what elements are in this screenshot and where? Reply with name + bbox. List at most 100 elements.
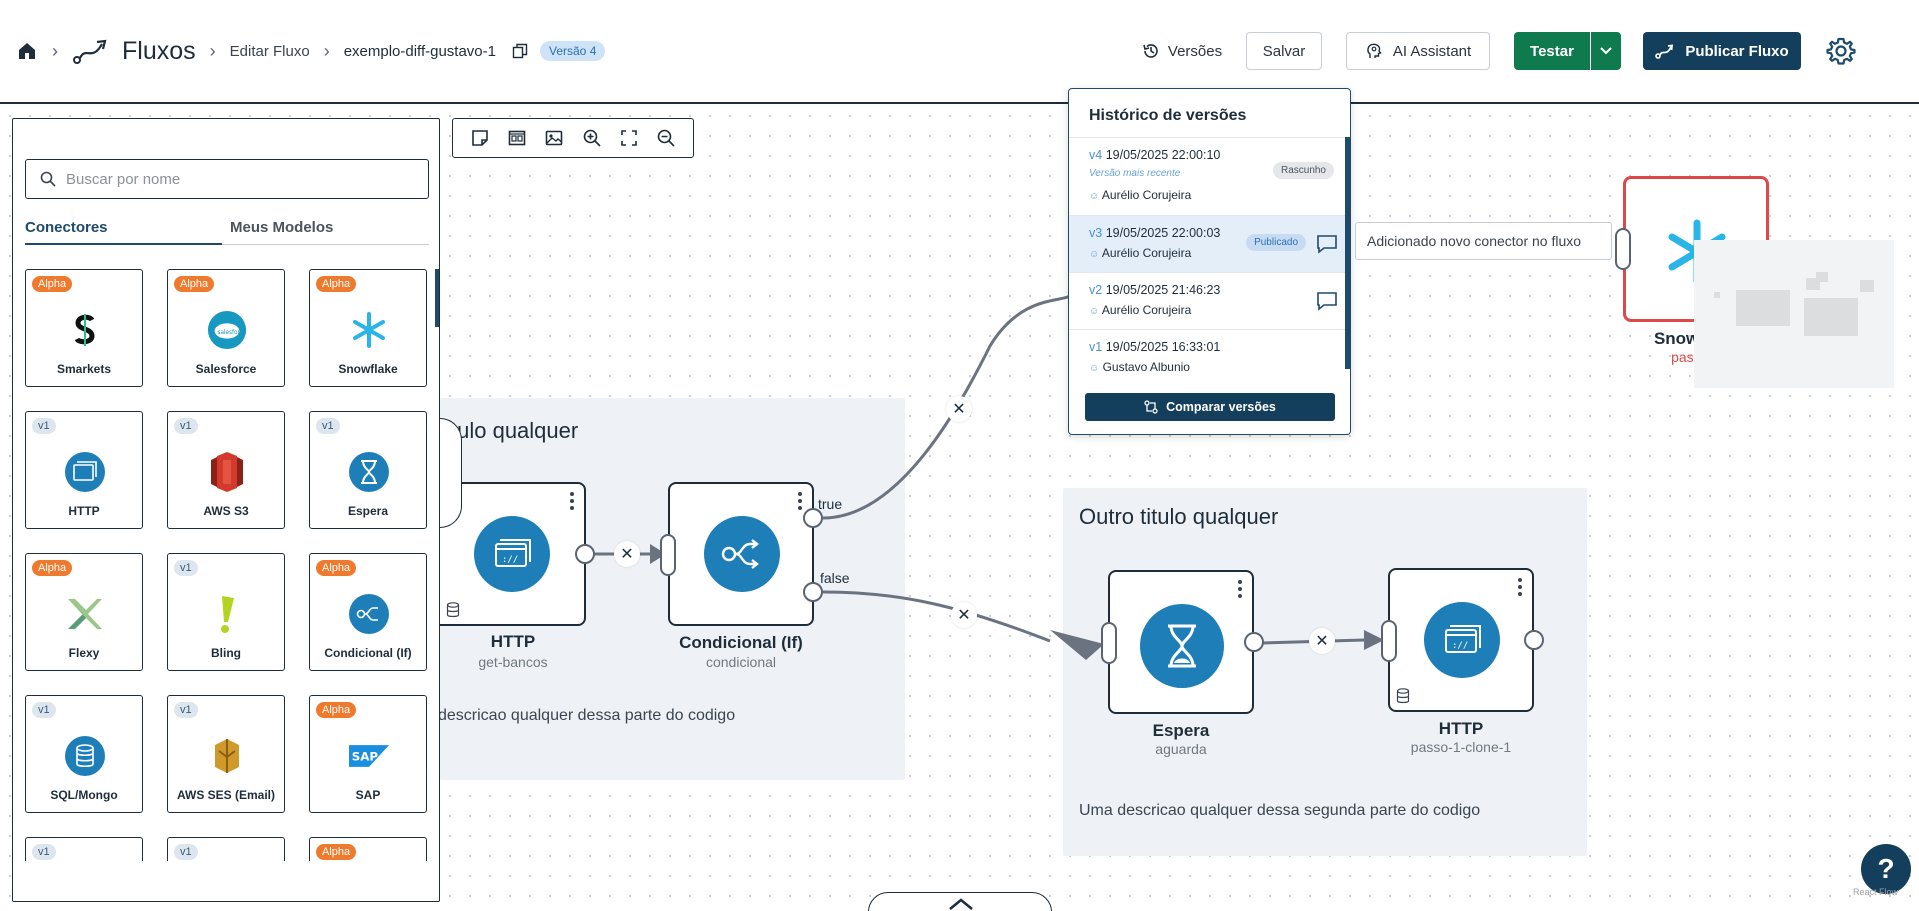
fit-view-icon[interactable] [616,125,642,151]
zoom-out-icon[interactable] [653,125,679,151]
version-author: ☺ Aurélio Corujeira [1089,188,1192,202]
version-history-popup: Histórico de versões v4 19/05/2025 22:00… [1068,88,1351,435]
connector-card-aws-s3[interactable]: v1 AWS S3 [167,411,285,529]
zoom-in-icon[interactable] [579,125,605,151]
database-icon [65,736,105,776]
flow-icon [1655,43,1675,59]
node-conditional[interactable] [668,482,814,626]
output-port[interactable] [575,544,595,564]
react-flow-attribution[interactable]: React Flow [1853,887,1898,897]
panel-tabs: Conectores Meus Modelos [25,219,429,245]
version-row-selected[interactable]: v3 19/05/2025 22:00:03 ☺ Aurélio Corujei… [1069,215,1346,272]
version-row[interactable]: v4 19/05/2025 22:00:10 Versão mais recen… [1069,137,1346,215]
panel-scrollbar[interactable] [435,269,439,327]
compare-icon [1144,400,1158,414]
chevron-down-icon [1599,46,1613,56]
group-icon[interactable] [504,125,530,151]
connector-card-espera[interactable]: v1 Espera [309,411,427,529]
edge-label-false: false [820,570,850,586]
input-port[interactable] [1615,228,1631,270]
card-name: Espera [347,504,389,518]
delete-edge-button[interactable]: ✕ [946,396,972,422]
version-row[interactable]: v2 19/05/2025 21:46:23 ☺ Aurélio Corujei… [1069,272,1346,329]
tab-connectors[interactable]: Conectores [25,219,108,236]
test-button[interactable]: Testar [1514,32,1590,70]
delete-edge-button[interactable]: ✕ [1309,628,1335,654]
bottom-panel-toggle[interactable] [868,892,1052,911]
version-note: Versão mais recente [1089,168,1181,179]
node-menu-icon[interactable] [1238,580,1242,601]
connector-card-smarkets[interactable]: Alpha Smarkets [25,269,143,387]
connector-card-aws-ses[interactable]: v1 AWS SES (Email) [167,695,285,813]
user-icon: ☺ [1089,306,1100,317]
svg-text:://: :// [502,555,518,565]
compare-versions-button[interactable]: Comparar versões [1085,393,1335,421]
test-dropdown-button[interactable] [1591,32,1621,70]
node-label: HTTP [490,632,536,651]
brand-title[interactable]: Fluxos [122,37,196,66]
node-menu-icon[interactable] [798,492,802,513]
node-menu-icon[interactable] [1518,578,1522,599]
output-port[interactable] [1244,632,1264,652]
publish-button[interactable]: Publicar Fluxo [1643,32,1801,70]
panel-collapse-handle[interactable] [440,418,462,528]
input-port[interactable] [1381,620,1397,662]
card-badge: v1 [174,418,198,434]
search-icon [40,171,56,187]
version-row[interactable]: v1 19/05/2025 16:33:01 ☺ Gustavo Albunio [1069,329,1346,386]
copy-icon[interactable] [512,43,528,59]
home-icon[interactable] [16,40,38,62]
http-icon: :// [474,516,550,592]
note-icon[interactable] [467,125,493,151]
versions-button[interactable]: Versões [1136,32,1228,70]
delete-edge-button[interactable]: ✕ [614,541,640,567]
flow-name: exemplo-diff-gustavo-1 [343,42,496,60]
output-port[interactable] [1524,630,1544,650]
comment-icon[interactable] [1316,291,1338,311]
node-wait[interactable] [1108,570,1254,714]
ai-head-icon [1365,42,1383,60]
connector-card-bling[interactable]: v1 Bling [167,553,285,671]
card-badge: v1 [32,702,56,718]
connector-card-http[interactable]: v1 HTTP [25,411,143,529]
connector-card-conditional[interactable]: Alpha Condicional (If) [309,553,427,671]
connectors-panel: Conectores Meus Modelos Alpha Smarkets A… [12,118,440,902]
node-http-passo-1-clone-1[interactable]: :// [1388,568,1534,712]
gear-icon[interactable] [1826,36,1856,66]
save-button[interactable]: Salvar [1246,32,1322,70]
delete-edge-button[interactable]: ✕ [951,602,977,628]
hourglass-icon [349,452,389,492]
minimap-node [1714,292,1720,298]
card-name: HTTP [68,504,100,518]
aws-ses-icon [207,736,247,776]
tab-my-models[interactable]: Meus Modelos [230,219,333,236]
ai-assistant-button[interactable]: AI Assistant [1346,32,1490,70]
connector-card-flexy[interactable]: Alpha Flexy [25,553,143,671]
minimap[interactable] [1694,240,1894,388]
node-sublabel: get-bancos [478,654,548,670]
status-badge-draft: Rascunho [1272,162,1334,179]
image-icon[interactable] [541,125,567,151]
version-head: v2 19/05/2025 21:46:23 [1089,283,1221,297]
node-label: Espera [1152,721,1210,740]
connector-card-salesforce[interactable]: Alpha salesforce Salesforce [167,269,285,387]
input-port[interactable] [660,534,676,576]
version-list-scrollbar[interactable] [1345,137,1350,369]
search-input[interactable] [66,170,406,188]
card-badge: Alpha [316,702,357,718]
connector-card-sap[interactable]: Alpha SAP SAP [309,695,427,813]
comment-icon[interactable] [1316,234,1338,254]
database-icon [1396,688,1410,709]
card-badge: Alpha [316,560,357,576]
node-menu-icon[interactable] [570,492,574,513]
card-name: Flexy [68,646,100,660]
input-port[interactable] [1101,622,1117,664]
breadcrumb-edit[interactable]: Editar Fluxo [230,43,310,60]
output-port-false[interactable] [803,582,823,602]
connector-card-snowflake[interactable]: Alpha Snowflake [309,269,427,387]
output-port-true[interactable] [803,508,823,528]
branch-icon [704,516,780,592]
connector-card-sql-mongo[interactable]: v1 SQL/Mongo [25,695,143,813]
card-badge: v1 [32,418,56,434]
card-badge: v1 [174,560,198,576]
